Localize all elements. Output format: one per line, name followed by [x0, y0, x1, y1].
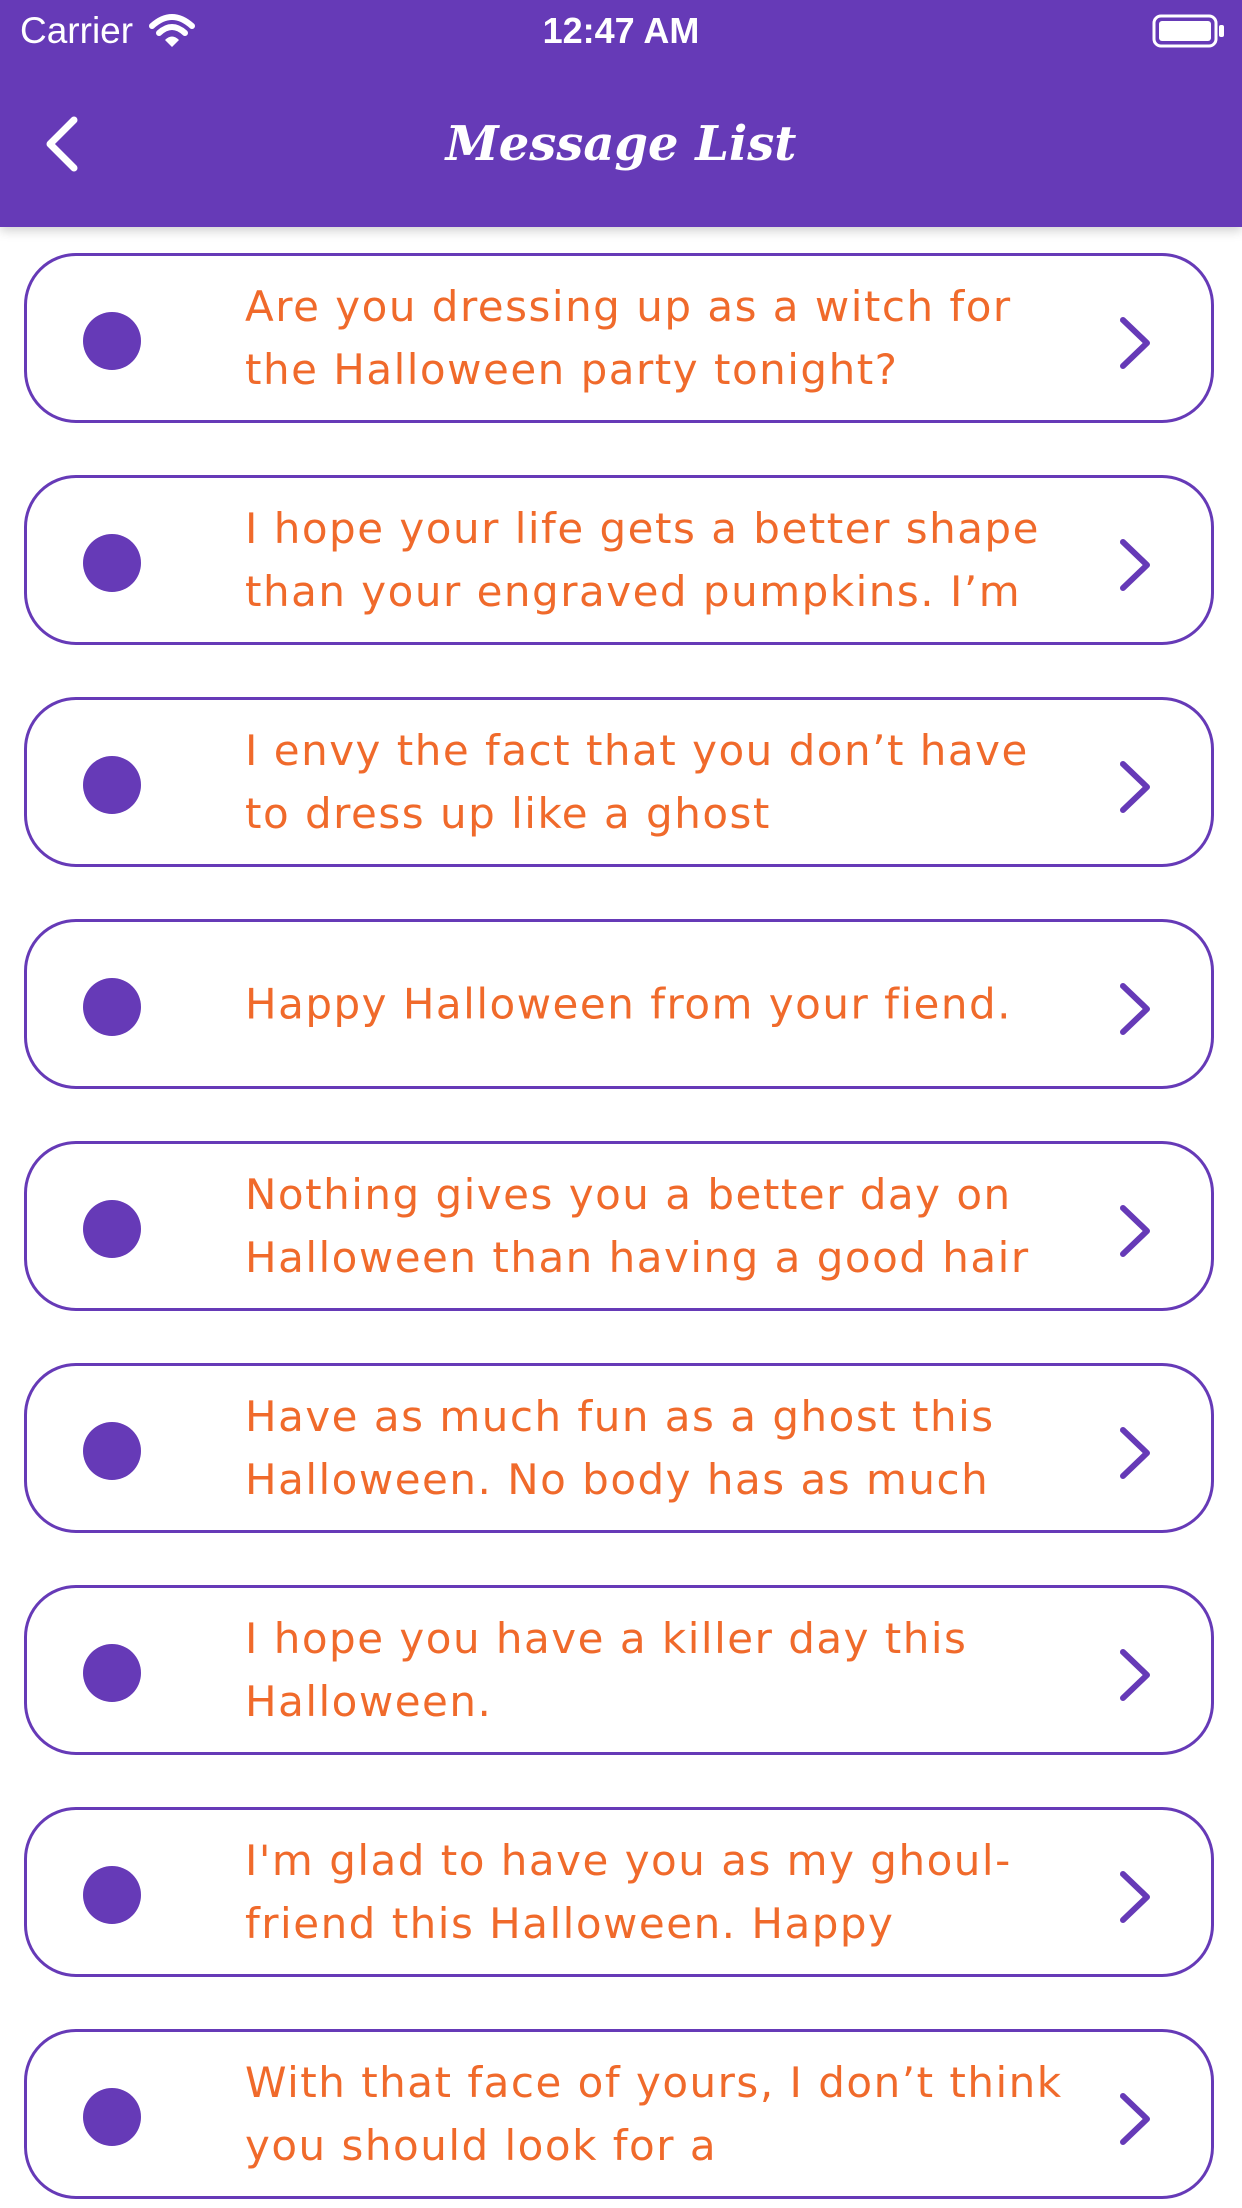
status-time: 12:47 AM — [542, 10, 700, 51]
bullet-dot-icon — [83, 1866, 141, 1924]
message-card[interactable]: Have as much fun as a ghost this Hallowe… — [24, 1363, 1214, 1533]
bullet-dot-icon — [83, 1644, 141, 1702]
message-text: I'm glad to have you as my ghoul-friend … — [245, 1836, 1012, 1948]
message-card[interactable]: I hope your life gets a better shape tha… — [24, 475, 1214, 645]
message-card[interactable]: I hope you have a killer day this Hallow… — [24, 1585, 1214, 1755]
chevron-right-icon — [1120, 1649, 1150, 1701]
page-title: Message List — [445, 116, 797, 172]
chevron-right-icon — [1120, 539, 1150, 591]
battery-icon — [1152, 14, 1224, 48]
message-card[interactable]: With that face of yours, I don’t think y… — [24, 2029, 1214, 2199]
bullet-dot-icon — [83, 756, 141, 814]
message-text: Nothing gives you a better day on Hallow… — [245, 1170, 1030, 1282]
message-card[interactable]: Are you dressing up as a witch for the H… — [24, 253, 1214, 423]
message-text: I hope your life gets a better shape tha… — [245, 504, 1040, 616]
message-text: Are you dressing up as a witch for the H… — [245, 282, 1012, 394]
message-text: Have as much fun as a ghost this Hallowe… — [245, 1392, 995, 1504]
chevron-right-icon — [1120, 317, 1150, 369]
chevron-right-icon — [1120, 1871, 1150, 1923]
chevron-right-icon — [1120, 1427, 1150, 1479]
message-text: I hope you have a killer day this Hallow… — [245, 1614, 968, 1726]
message-card[interactable]: I'm glad to have you as my ghoul-friend … — [24, 1807, 1214, 1977]
bullet-dot-icon — [83, 534, 141, 592]
bullet-dot-icon — [83, 1200, 141, 1258]
navigation-bar: Carrier 12:47 AM Message List — [0, 0, 1242, 227]
message-text: I envy the fact that you don’t have to d… — [245, 726, 1029, 838]
chevron-right-icon — [1120, 1205, 1150, 1257]
chevron-right-icon — [1120, 2093, 1150, 2145]
chevron-right-icon — [1120, 761, 1150, 813]
message-card[interactable]: Nothing gives you a better day on Hallow… — [24, 1141, 1214, 1311]
message-text: Happy Halloween from your fiend. — [245, 979, 1013, 1029]
message-card[interactable]: Happy Halloween from your fiend. — [24, 919, 1214, 1089]
bullet-dot-icon — [83, 1422, 141, 1480]
chevron-right-icon — [1120, 983, 1150, 1035]
message-text: With that face of yours, I don’t think y… — [245, 2058, 1063, 2170]
message-card[interactable]: I envy the fact that you don’t have to d… — [24, 697, 1214, 867]
bullet-dot-icon — [83, 312, 141, 370]
bullet-dot-icon — [83, 978, 141, 1036]
bullet-dot-icon — [83, 2088, 141, 2146]
